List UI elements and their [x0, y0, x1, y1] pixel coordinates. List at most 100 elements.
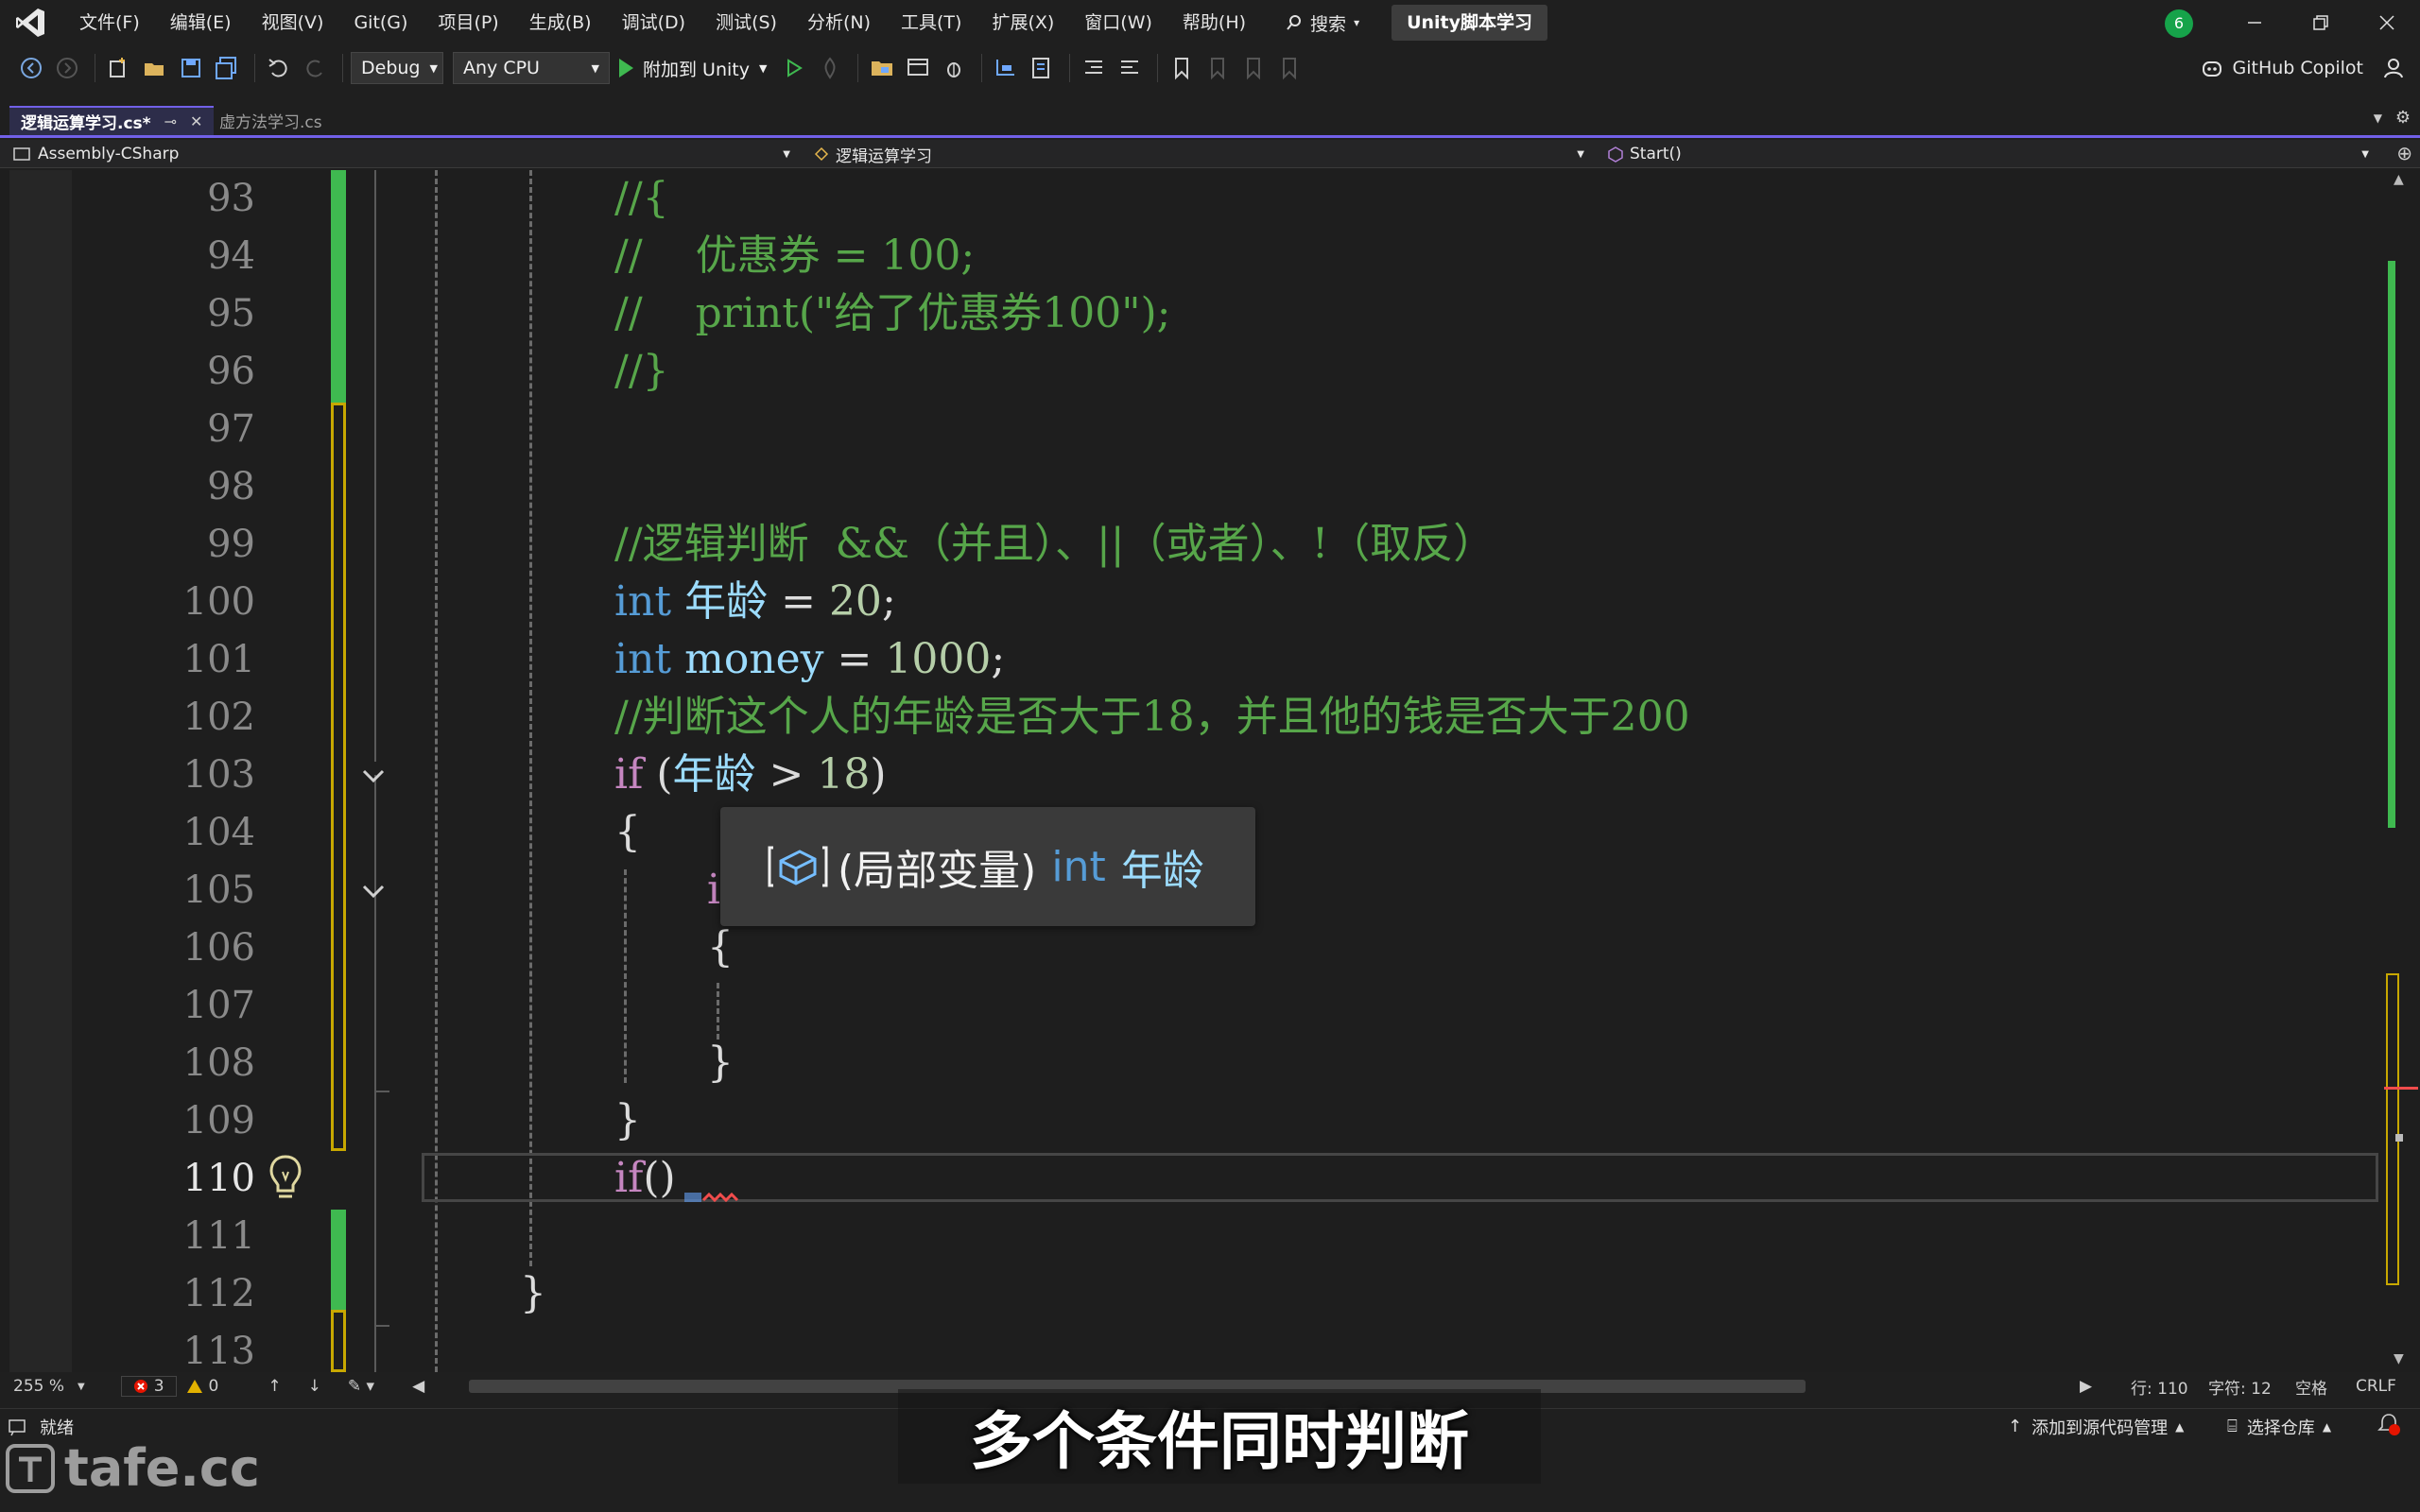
menu-extensions[interactable]: 扩展(X) — [977, 0, 1069, 45]
window-layout-button[interactable] — [902, 52, 934, 84]
line-number: 102 — [182, 696, 255, 739]
lightbulb-icon[interactable] — [265, 1151, 306, 1208]
undo-button[interactable] — [263, 52, 295, 84]
format-document-button[interactable] — [1026, 52, 1058, 84]
member-dropdown[interactable]: Start() ▼ — [1594, 140, 2378, 168]
indent-guide — [529, 170, 532, 1266]
add-to-source-control-button[interactable]: ↑ 添加到源代码管理 ▲ — [2008, 1415, 2184, 1439]
tooltip-kind: (局部变量) — [838, 847, 1037, 895]
notifications-bell-icon[interactable] — [2377, 1412, 2401, 1441]
menu-test[interactable]: 测试(S) — [700, 0, 792, 45]
menu-help[interactable]: 帮助(H) — [1167, 0, 1261, 45]
indent-guide — [624, 869, 627, 1083]
cursor-line[interactable]: 行: 110 — [2131, 1375, 2188, 1399]
scroll-down-icon[interactable]: ▼ — [2394, 1351, 2404, 1366]
warning-count[interactable]: 0 — [186, 1377, 218, 1396]
scroll-left-icon[interactable]: ◀ — [412, 1377, 424, 1396]
toggle-bookmark-button[interactable] — [1166, 52, 1198, 84]
chevron-down-icon[interactable]: ▼ — [78, 1382, 85, 1392]
select-repository-button[interactable]: ⌸ 选择仓库 ▲ — [2227, 1415, 2331, 1439]
menu-project[interactable]: 项目(P) — [423, 0, 513, 45]
scroll-up-icon[interactable]: ▲ — [2394, 172, 2404, 187]
solution-name[interactable]: Unity脚本学习 — [1392, 5, 1548, 41]
status-ready: 就绪 — [40, 1418, 74, 1438]
project-dropdown[interactable]: Assembly-CSharp ▼ — [0, 140, 800, 168]
menu-debug[interactable]: 调试(D) — [607, 0, 700, 45]
restore-button[interactable] — [2288, 0, 2354, 45]
redo-button[interactable] — [299, 52, 331, 84]
tab-logic-operation[interactable]: 逻辑运算学习.cs* ⊸ ✕ — [9, 106, 215, 135]
vertical-scrollbar[interactable]: ▲ ▼ — [2384, 170, 2418, 1372]
menu-window[interactable]: 窗口(W) — [1069, 0, 1167, 45]
menu-edit[interactable]: 编辑(E) — [155, 0, 247, 45]
start-without-debugging-button[interactable] — [778, 52, 810, 84]
whitespace-mode[interactable]: 空格 — [2295, 1375, 2327, 1399]
error-count[interactable]: 3 — [120, 1376, 177, 1397]
close-window-button[interactable] — [2354, 0, 2420, 45]
menu-git[interactable]: Git(G) — [338, 0, 423, 45]
code-cleanup-brush-icon[interactable]: ✎ ▾ — [348, 1377, 374, 1396]
next-bookmark-button[interactable] — [1237, 52, 1270, 84]
line-number: 113 — [182, 1330, 255, 1372]
outline-line — [374, 775, 376, 1372]
menu-tools[interactable]: 工具(T) — [886, 0, 977, 45]
minimize-button[interactable] — [2221, 0, 2288, 45]
visual-studio-logo-icon[interactable] — [13, 6, 47, 40]
collapse-chevron-icon[interactable] — [359, 765, 388, 788]
code-line-104: { — [614, 808, 641, 856]
collapse-chevron-icon[interactable] — [359, 881, 388, 903]
source-control-label: 添加到源代码管理 — [2031, 1418, 2169, 1438]
line-ending[interactable]: CRLF — [2356, 1377, 2396, 1396]
platform-select[interactable]: Any CPU ▼ — [453, 52, 610, 84]
github-copilot-button[interactable]: GitHub Copilot — [2201, 45, 2363, 91]
step-into-button[interactable] — [990, 52, 1022, 84]
previous-issue-arrow-icon[interactable]: ↑ — [268, 1377, 281, 1396]
standard-toolbar: Debug ▼ Any CPU ▼ 附加到 Unity ▼ GitHub Cop… — [0, 45, 2420, 91]
quick-info-tooltip: (局部变量) int 年龄 — [720, 807, 1255, 926]
tab-virtual-method[interactable]: 虚方法学习.cs — [208, 106, 334, 135]
hot-reload-button[interactable] — [814, 52, 846, 84]
minimize-icon — [2248, 22, 2261, 24]
outdent-button[interactable] — [1078, 52, 1110, 84]
line-number: 106 — [182, 926, 255, 970]
configuration-select[interactable]: Debug ▼ — [351, 52, 443, 84]
open-file-button[interactable] — [139, 52, 171, 84]
save-all-button[interactable] — [211, 52, 243, 84]
save-button[interactable] — [175, 52, 207, 84]
tab-list-dropdown-icon[interactable]: ▼ — [2374, 112, 2382, 125]
new-project-button[interactable] — [103, 52, 135, 84]
toolbar-separator — [1157, 54, 1159, 82]
cursor-char[interactable]: 字符: 12 — [2208, 1375, 2272, 1399]
warning-icon — [186, 1380, 202, 1393]
close-icon[interactable]: ✕ — [190, 112, 202, 130]
account-button[interactable] — [2382, 57, 2405, 83]
menu-view[interactable]: 视图(V) — [247, 0, 339, 45]
code-editor[interactable]: 93 94 95 96 97 98 99 100 101 102 103 104… — [0, 170, 2420, 1372]
indent-button[interactable] — [1114, 52, 1146, 84]
diagnostics-button[interactable] — [938, 52, 970, 84]
zoom-level[interactable]: 255 % — [13, 1377, 64, 1396]
notification-badge[interactable]: 6 — [2165, 9, 2193, 38]
method-icon — [1608, 146, 1623, 163]
navigation-bar: Assembly-CSharp ▼ 逻辑运算学习 ▼ Start() ▼ ⊕ — [0, 140, 2420, 168]
line-number: 97 — [207, 407, 255, 451]
solution-explorer-button[interactable] — [866, 52, 898, 84]
menu-analyze[interactable]: 分析(N) — [792, 0, 886, 45]
gear-icon[interactable]: ⚙ — [2395, 108, 2411, 128]
attach-to-unity-button[interactable]: 附加到 Unity ▼ — [619, 56, 767, 81]
navigate-forward-button[interactable] — [51, 52, 83, 84]
split-window-icon[interactable]: ⊕ — [2396, 142, 2412, 164]
scroll-thumb[interactable] — [2386, 973, 2399, 1285]
clear-bookmarks-button[interactable] — [1273, 52, 1305, 84]
search-button[interactable]: 搜索 ▾ — [1274, 6, 1371, 40]
line-number: 99 — [207, 523, 255, 566]
chevron-down-icon: ▼ — [2361, 148, 2369, 160]
scroll-right-icon[interactable]: ▶ — [2080, 1377, 2092, 1396]
next-issue-arrow-icon[interactable]: ↓ — [308, 1377, 321, 1396]
pin-icon[interactable]: ⊸ — [164, 112, 177, 130]
menu-file[interactable]: 文件(F) — [64, 0, 155, 45]
type-dropdown[interactable]: 逻辑运算学习 ▼ — [800, 140, 1594, 168]
menu-build[interactable]: 生成(B) — [514, 0, 607, 45]
navigate-back-button[interactable] — [15, 52, 47, 84]
previous-bookmark-button[interactable] — [1201, 52, 1234, 84]
